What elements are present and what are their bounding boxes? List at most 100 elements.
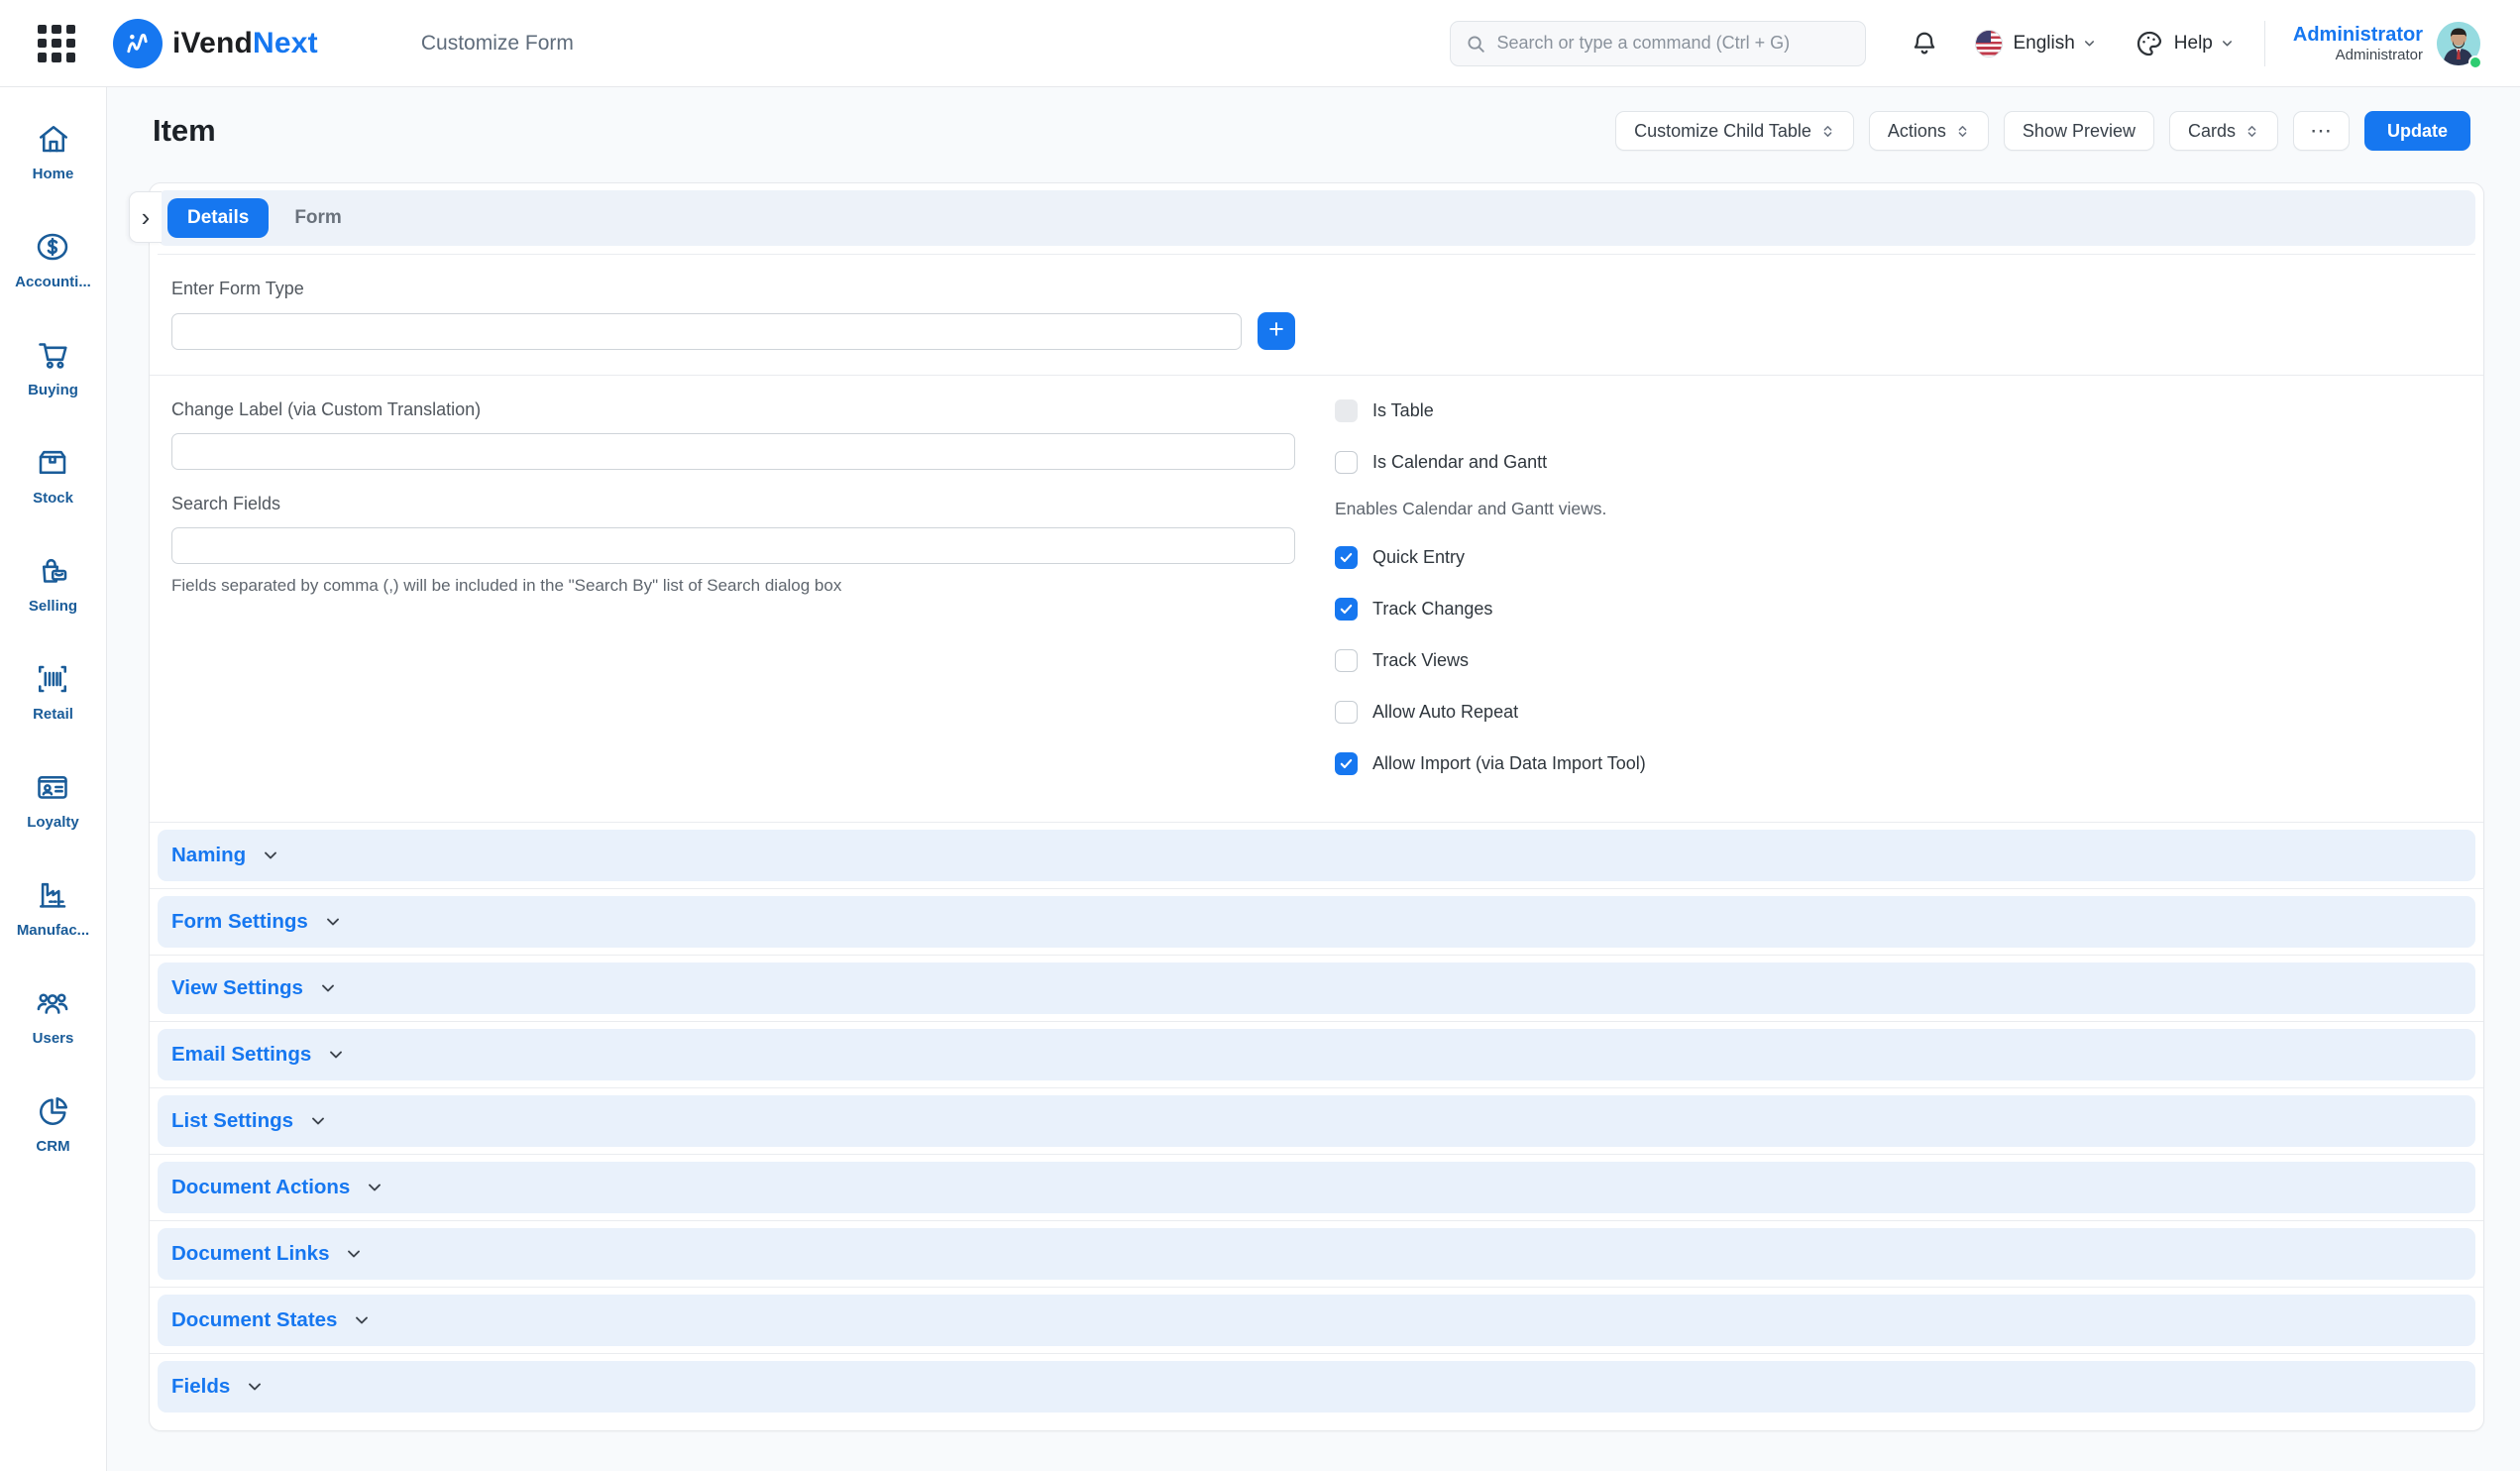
sidebar-item-manufac[interactable]: Manufac... — [17, 877, 89, 939]
checkbox-checked-icon[interactable] — [1335, 546, 1358, 569]
change-label-input[interactable] — [171, 433, 1295, 470]
section-header[interactable]: View Settings — [158, 962, 2475, 1014]
search-fields-help: Fields separated by comma (,) will be in… — [171, 576, 1295, 596]
sidebar-item-selling[interactable]: Selling — [29, 553, 77, 615]
checkbox-unchecked-icon[interactable] — [1335, 451, 1358, 474]
section-header[interactable]: Form Settings — [158, 896, 2475, 948]
user-menu[interactable]: Administrator Administrator — [2293, 23, 2423, 64]
section-header[interactable]: Fields — [158, 1361, 2475, 1413]
page-title: Item — [153, 113, 216, 149]
change-label-label: Change Label (via Custom Translation) — [171, 399, 1295, 420]
add-form-type-button[interactable]: + — [1258, 312, 1295, 350]
brand-logo[interactable]: iVendNext — [113, 19, 318, 68]
chevron-down-icon — [326, 1045, 346, 1065]
checkbox-allow-import-via-data-import-tool[interactable]: Allow Import (via Data Import Tool) — [1335, 752, 2460, 775]
update-button[interactable]: Update — [2364, 111, 2470, 151]
notifications-button[interactable] — [1910, 29, 1939, 58]
user-avatar[interactable] — [2437, 22, 2480, 65]
section-title: Document Actions — [171, 1176, 350, 1199]
form-type-input[interactable] — [171, 313, 1242, 350]
section-title: Fields — [171, 1375, 230, 1399]
select-updown-icon — [1820, 124, 1835, 139]
checkbox-unchecked-icon[interactable] — [1335, 701, 1358, 724]
form-area: Enter Form Type + Change Label (via Cust… — [150, 255, 2483, 804]
sidebar-item-label: Stock — [33, 490, 73, 507]
sidebar-item-label: Manufac... — [17, 922, 89, 939]
chevron-down-icon — [2220, 36, 2235, 51]
section-header[interactable]: Document States — [158, 1295, 2475, 1346]
checkbox-unchecked-icon[interactable] — [1335, 649, 1358, 672]
sidebar-item-home[interactable]: Home — [33, 121, 74, 182]
tab-details[interactable]: Details — [167, 198, 269, 238]
sidebar-item-crm[interactable]: CRM — [36, 1093, 71, 1155]
section-title: List Settings — [171, 1109, 293, 1133]
section-view-settings: View Settings — [150, 955, 2483, 1021]
section-document-states: Document States — [150, 1287, 2483, 1353]
search-icon — [1465, 33, 1486, 55]
customize-child-table-button[interactable]: Customize Child Table — [1615, 111, 1854, 151]
sidebar-item-loyalty[interactable]: Loyalty — [27, 769, 79, 831]
section-header[interactable]: Document Actions — [158, 1162, 2475, 1213]
chevron-down-icon — [245, 1377, 265, 1397]
sidebar-item-label: Retail — [33, 706, 73, 723]
sidebar-item-label: Users — [33, 1030, 74, 1047]
user-name: Administrator — [2293, 23, 2423, 47]
section-title: Email Settings — [171, 1043, 311, 1067]
more-options-button[interactable]: ⋯ — [2293, 111, 2350, 151]
checkbox-checked-icon[interactable] — [1335, 752, 1358, 775]
global-search[interactable] — [1450, 21, 1866, 66]
chevron-down-icon — [344, 1244, 364, 1264]
checkbox-checked-icon[interactable] — [1335, 598, 1358, 621]
apps-grid-icon[interactable] — [38, 25, 75, 62]
sidebar-item-users[interactable]: Users — [33, 985, 74, 1047]
show-preview-button[interactable]: Show Preview — [2004, 111, 2154, 151]
checkbox-label: Track Changes — [1372, 599, 1492, 620]
checkbox-quick-entry[interactable]: Quick Entry — [1335, 546, 2460, 569]
search-fields-input[interactable] — [171, 527, 1295, 564]
section-title: Form Settings — [171, 910, 308, 934]
user-role: Administrator — [2293, 47, 2423, 64]
section-title: Document States — [171, 1308, 337, 1332]
section-header[interactable]: Document Links — [158, 1228, 2475, 1280]
actions-button[interactable]: Actions — [1869, 111, 1989, 151]
section-header[interactable]: Email Settings — [158, 1029, 2475, 1080]
checkbox-help-text: Enables Calendar and Gantt views. — [1335, 499, 2460, 519]
module-sidebar: Home Accounti... Buying Stock Selling Retail L… — [0, 87, 107, 1471]
select-updown-icon — [1955, 124, 1970, 139]
sidebar-expand-toggle[interactable]: › — [129, 191, 162, 243]
checkbox-allow-auto-repeat[interactable]: Allow Auto Repeat — [1335, 701, 2460, 724]
checkbox-track-changes[interactable]: Track Changes — [1335, 598, 2460, 621]
checkbox-label: Quick Entry — [1372, 547, 1465, 568]
search-input[interactable] — [1496, 33, 1851, 54]
online-status-dot — [2468, 56, 2482, 69]
sidebar-item-accounti[interactable]: Accounti... — [15, 229, 91, 290]
sidebar-item-retail[interactable]: Retail — [33, 661, 73, 723]
section-header[interactable]: List Settings — [158, 1095, 2475, 1147]
sidebar-item-stock[interactable]: Stock — [33, 445, 73, 507]
sidebar-item-label: Loyalty — [27, 814, 79, 831]
app-header: iVendNext Customize Form English — [0, 0, 2520, 87]
section-list-settings: List Settings — [150, 1087, 2483, 1154]
section-naming: Naming — [150, 822, 2483, 888]
loyalty-card-icon — [35, 769, 70, 805]
sidebar-item-label: Buying — [28, 382, 78, 398]
theme-palette-icon — [2135, 29, 2164, 58]
section-title: Naming — [171, 844, 246, 867]
crm-pie-icon — [36, 1093, 71, 1129]
checkbox-is-calendar-and-gantt[interactable]: Is Calendar and Gantt — [1335, 451, 2460, 474]
accounting-icon — [35, 229, 70, 265]
checkbox-track-views[interactable]: Track Views — [1335, 649, 2460, 672]
tab-form[interactable]: Form — [274, 198, 362, 238]
sidebar-item-buying[interactable]: Buying — [28, 337, 78, 398]
home-icon — [36, 121, 71, 157]
chevron-down-icon — [323, 912, 343, 932]
checkbox-label: Is Table — [1372, 400, 1434, 421]
form-type-label: Enter Form Type — [171, 279, 2460, 299]
section-email-settings: Email Settings — [150, 1021, 2483, 1087]
help-menu[interactable]: Help — [2135, 29, 2235, 58]
sidebar-item-label: Home — [33, 166, 74, 182]
checkbox-label: Allow Auto Repeat — [1372, 702, 1518, 723]
cards-button[interactable]: Cards — [2169, 111, 2278, 151]
section-header[interactable]: Naming — [158, 830, 2475, 881]
language-selector[interactable]: English — [1975, 30, 2096, 57]
